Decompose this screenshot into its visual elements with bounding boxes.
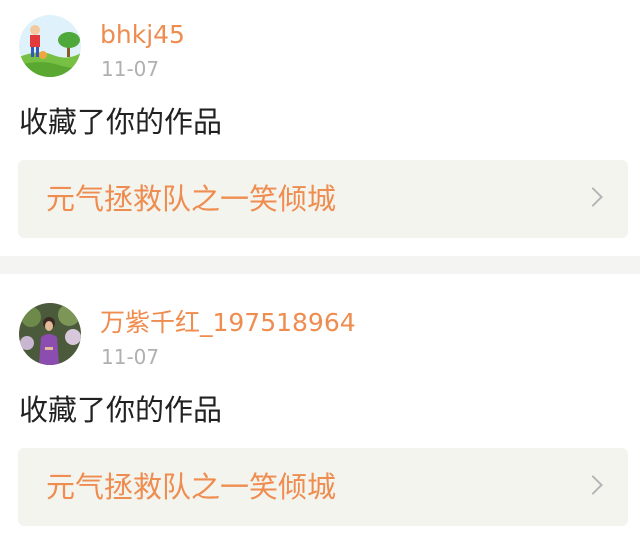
chevron-right-icon [583,475,603,495]
work-link[interactable]: 元气拯救队之一笑倾城 [18,448,628,526]
username[interactable]: bhkj45 [100,20,185,50]
action-text: 收藏了你的作品 [19,105,223,139]
timestamp: 11-07 [101,57,160,81]
work-title: 元气拯救队之一笑倾城 [46,182,337,216]
notification-card: bhkj45 11-07 收藏了你的作品 元气拯救队之一笑倾城 [0,0,640,256]
avatar[interactable] [19,15,81,77]
avatar-photo-icon [19,303,81,365]
notification-card: 万紫千红_197518964 11-07 收藏了你的作品 元气拯救队之一笑倾城 [0,274,640,545]
avatar[interactable] [19,303,81,365]
work-title: 元气拯救队之一笑倾城 [46,470,337,504]
timestamp: 11-07 [101,345,160,369]
chevron-right-icon [583,187,603,207]
notification-feed: bhkj45 11-07 收藏了你的作品 元气拯救队之一笑倾城 万紫千红_197… [0,0,640,545]
action-text: 收藏了你的作品 [19,393,223,427]
avatar-cartoon-icon [19,15,81,77]
username[interactable]: 万紫千红_197518964 [100,308,356,338]
card-separator [0,256,640,274]
work-link[interactable]: 元气拯救队之一笑倾城 [18,160,628,238]
